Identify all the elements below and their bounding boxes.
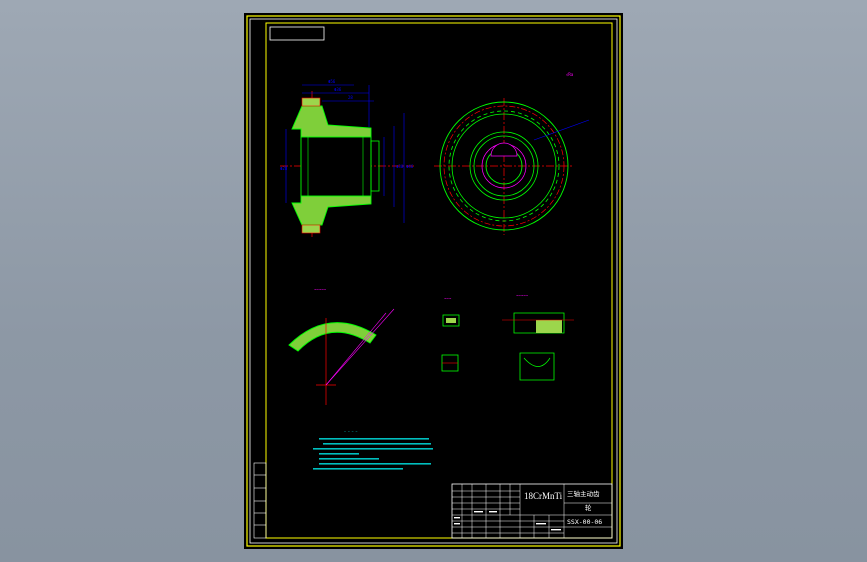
outer-border (246, 15, 621, 547)
revision-strip (253, 462, 267, 539)
tooth-detail-label: ~~~~~ (314, 287, 327, 292)
keyway-detail-views: ~~~ ~~~~~ (441, 293, 574, 381)
title-block: 18CrMnTi 三轴主动齿 轮 SSX-00-06 (451, 483, 613, 539)
svg-text:Φ28: Φ28 (280, 166, 288, 171)
tooth-detail-view: ~~~~~ (288, 287, 395, 405)
svg-text:Φ36: Φ36 (334, 87, 342, 92)
technical-notes: ~ ~ ~ ~ (313, 430, 433, 470)
tooth-bottom (301, 224, 321, 234)
cad-drawing: Φ56 Φ36 28 Φ46 Φ30 Φ28 √Ra ~~~~~ ~~~ ~~~… (246, 15, 621, 547)
part-name-line2: 轮 (585, 503, 592, 512)
svg-text:~ ~ ~ ~: ~ ~ ~ ~ (344, 430, 358, 434)
material-label: 18CrMnTi (524, 491, 563, 501)
front-roughness-mark: √Ra (566, 72, 574, 77)
svg-text:Φ46: Φ46 (406, 164, 414, 169)
gear-section-view: Φ56 Φ36 28 Φ46 Φ30 Φ28 (280, 79, 416, 237)
drawing-code-box (269, 26, 325, 41)
gear-front-view: √Ra (434, 72, 590, 235)
keyway (490, 142, 518, 157)
lower-wall-hatch (291, 195, 372, 226)
detail-label-b: ~~~~~ (516, 293, 529, 298)
detail-d-arc (523, 357, 551, 367)
svg-text:Φ56: Φ56 (328, 79, 336, 84)
drawing-number: SSX-00-06 (567, 518, 602, 526)
bore-outline (300, 136, 372, 197)
drawing-frame (249, 18, 618, 544)
detail-label-a: ~~~ (444, 296, 452, 301)
detail-b-hatch (536, 320, 562, 333)
upper-wall-hatch (291, 105, 372, 138)
svg-text:28: 28 (348, 95, 353, 100)
drawing-sheet: Φ56 Φ36 28 Φ46 Φ30 Φ28 √Ra ~~~~~ ~~~ ~~~… (244, 13, 623, 549)
tooth-top (301, 97, 321, 107)
part-name-line1: 三轴主动齿 (567, 489, 600, 498)
svg-text:Φ30: Φ30 (396, 164, 404, 169)
title-block-small-labels (454, 511, 561, 531)
detail-a-hatch (446, 318, 456, 323)
tooth-angle-line1 (325, 308, 395, 386)
tooth-profile (288, 322, 377, 352)
